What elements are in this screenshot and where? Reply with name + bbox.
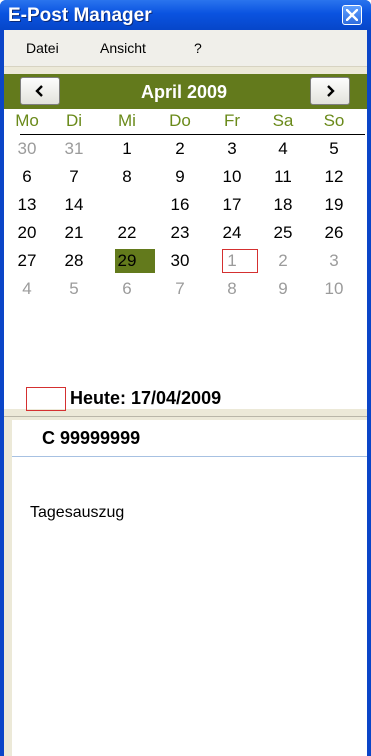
weekday-label: So: [323, 111, 345, 130]
calendar-day[interactable]: 27: [4, 249, 50, 273]
app-window: E-Post Manager Datei Ansicht ? April 200…: [0, 0, 371, 756]
calendar-day[interactable]: 5: [51, 277, 97, 301]
calendar-day[interactable]: 28: [51, 249, 97, 273]
calendar-day[interactable]: 13: [4, 193, 50, 217]
calendar-header: April 2009: [4, 74, 367, 109]
weekday-label: Mi: [118, 111, 136, 130]
weekday-header: Mo Di Mi Do Fr Sa So: [4, 109, 367, 133]
account-id: C 99999999: [42, 428, 141, 448]
client-area: Datei Ansicht ? April 2009 Mo Di Mi Do F…: [4, 30, 367, 756]
calendar-day[interactable]: 19: [311, 193, 357, 217]
calendar-day[interactable]: 6: [104, 277, 150, 301]
calendar-day[interactable]: 12: [311, 165, 357, 189]
calendar-day[interactable]: 3: [311, 249, 357, 273]
close-icon: [346, 9, 358, 21]
calendar-day[interactable]: 10: [311, 277, 357, 301]
calendar-day[interactable]: 1: [209, 249, 255, 273]
calendar-day[interactable]: 1: [104, 137, 150, 161]
month-calendar[interactable]: Mo Di Mi Do Fr Sa So 30 31 1 2 3 4 5 6 7 8 9 10 11 12…: [4, 109, 367, 411]
calendar-day[interactable]: 10: [209, 165, 255, 189]
title-bar[interactable]: E-Post Manager: [0, 0, 371, 30]
menu-bar: Datei Ansicht ?: [4, 30, 367, 67]
next-month-button[interactable]: [310, 77, 350, 105]
calendar-day[interactable]: 4: [260, 137, 306, 161]
account-panel: C 99999999 Tagesauszug: [12, 420, 367, 756]
calendar-day[interactable]: 3: [209, 137, 255, 161]
calendar-day[interactable]: 22: [104, 221, 150, 245]
calendar-day[interactable]: 7: [157, 277, 203, 301]
calendar-day[interactable]: 16: [157, 193, 203, 217]
calendar-day[interactable]: 29: [104, 249, 150, 273]
calendar-day[interactable]: 11: [260, 165, 306, 189]
calendar-day[interactable]: 6: [4, 165, 50, 189]
close-button[interactable]: [342, 5, 362, 25]
calendar-day[interactable]: 30: [157, 249, 203, 273]
chevron-left-icon: [35, 85, 43, 97]
calendar-day[interactable]: 9: [260, 277, 306, 301]
calendar-day[interactable]: 14: [51, 193, 97, 217]
calendar-day[interactable]: 9: [157, 165, 203, 189]
month-title: April 2009: [140, 82, 228, 102]
weekday-label: Fr: [223, 111, 241, 130]
calendar-day[interactable]: 2: [260, 249, 306, 273]
calendar-day[interactable]: 5: [311, 137, 357, 161]
calendar-day[interactable]: 15: [104, 193, 150, 217]
calendar-day[interactable]: 23: [157, 221, 203, 245]
prev-month-button[interactable]: [20, 77, 60, 105]
panel-divider: [4, 416, 367, 417]
calendar-day[interactable]: 24: [209, 221, 255, 245]
menu-ansicht[interactable]: Ansicht: [100, 40, 146, 56]
chevron-right-icon: [327, 85, 335, 97]
weekday-divider: [20, 134, 365, 135]
today-marker: [26, 387, 66, 411]
calendar-day[interactable]: 20: [4, 221, 50, 245]
window-title: E-Post Manager: [8, 5, 152, 26]
calendar-day[interactable]: 17: [209, 193, 255, 217]
weekday-label: Sa: [272, 111, 294, 130]
calendar-day[interactable]: 2: [157, 137, 203, 161]
calendar-day[interactable]: 18: [260, 193, 306, 217]
weekday-label: Do: [169, 111, 191, 130]
menu-help[interactable]: ?: [194, 40, 202, 56]
calendar-day[interactable]: 8: [104, 165, 150, 189]
calendar-day[interactable]: 30: [4, 137, 50, 161]
calendar-day[interactable]: 25: [260, 221, 306, 245]
account-header: C 99999999: [12, 420, 367, 457]
calendar-day[interactable]: 7: [51, 165, 97, 189]
calendar-day[interactable]: 31: [51, 137, 97, 161]
calendar-day[interactable]: 26: [311, 221, 357, 245]
calendar-day[interactable]: 4: [4, 277, 50, 301]
list-item-tagesauszug[interactable]: Tagesauszug: [30, 504, 124, 522]
today-label: Heute: 17/04/2009: [70, 388, 222, 408]
weekday-label: Mo: [15, 111, 39, 130]
weekday-label: Di: [65, 111, 83, 130]
menu-datei[interactable]: Datei: [26, 40, 59, 56]
calendar-day[interactable]: 8: [209, 277, 255, 301]
calendar-day[interactable]: 21: [51, 221, 97, 245]
